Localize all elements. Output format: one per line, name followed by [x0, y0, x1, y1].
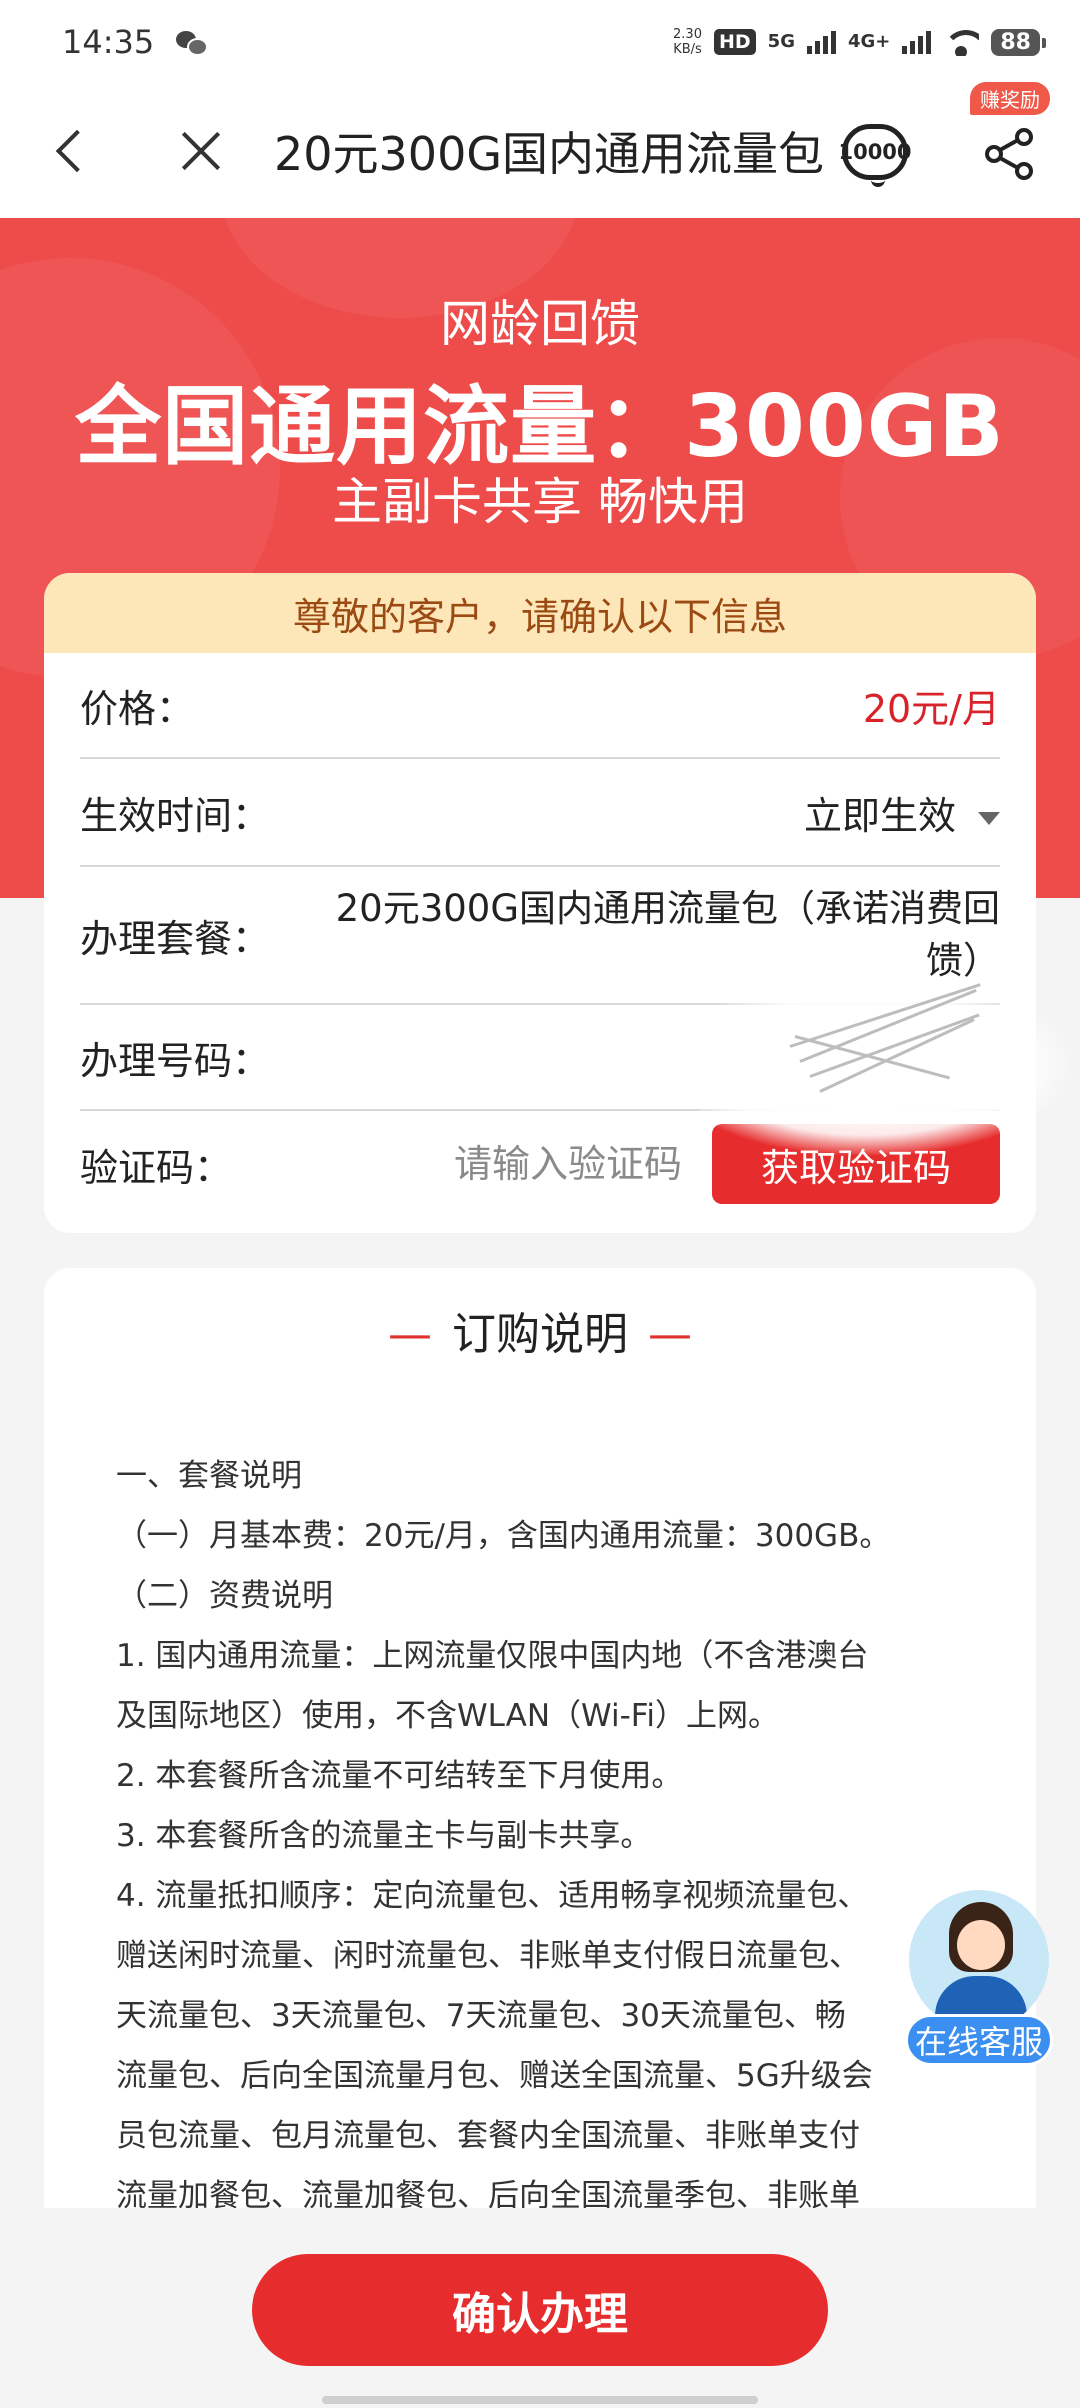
description-line: 赠送闲时流量、闲时流量包、非账单支付假日流量包、	[116, 1938, 860, 1974]
battery-icon: 88	[991, 28, 1046, 56]
wifi-icon	[943, 28, 980, 56]
hd-icon: HD	[713, 29, 756, 55]
network-speed-unit: KB/s	[673, 42, 702, 57]
banner-subtitle: 网龄回馈	[440, 295, 640, 353]
dropdown-caret-icon	[978, 811, 1000, 825]
signal-icon	[806, 30, 836, 54]
description-body: 一、套餐说明 （一）月基本费：20元/月，含国内通用流量：300GB。 （二）资…	[116, 1446, 996, 2208]
description-line: 流量加餐包、流量加餐包、后向全国流量季包、非账单	[116, 2178, 860, 2208]
wechat-icon	[176, 29, 209, 56]
status-time: 14:35	[62, 23, 155, 61]
description-line: 4. 流量抵扣顺序：定向流量包、适用畅享视频流量包、	[116, 1878, 869, 1914]
price-value: 20元/月	[862, 686, 1000, 731]
package-label: 办理套餐：	[80, 916, 271, 961]
customer-service-10000-icon[interactable]: 10000	[838, 124, 912, 187]
page-title: 20元300G国内通用流量包	[274, 127, 824, 181]
description-line: 流量包、后向全国流量月包、赠送全国流量、5G升级会	[116, 2058, 873, 2094]
description-line: 及国际地区）使用，不含WLAN（Wi-Fi）上网。	[116, 1698, 779, 1734]
description-line: （二）资费说明	[116, 1578, 333, 1614]
network-speed: 2.30 KB/s	[673, 27, 702, 57]
description-line: 1. 国内通用流量：上网流量仅限中国内地（不含港澳台	[116, 1638, 869, 1674]
home-indicator[interactable]	[322, 2396, 758, 2404]
description-title: 订购说明	[452, 1309, 628, 1360]
effective-time-value: 立即生效	[803, 793, 956, 838]
network-4g-label: 4G+	[847, 31, 891, 52]
reward-badge[interactable]: 赚奖励	[970, 82, 1050, 115]
status-icons: 2.30 KB/s HD 5G 4G+ 88	[673, 27, 1046, 57]
online-service-float[interactable]: 在线客服	[905, 1890, 1053, 2066]
description-line: （一）月基本费：20元/月，含国内通用流量：300GB。	[116, 1518, 891, 1554]
verify-code-label: 验证码：	[80, 1145, 233, 1190]
online-service-label[interactable]: 在线客服	[905, 2014, 1053, 2066]
banner-tagline: 主副卡共享 畅快用	[332, 473, 748, 531]
effective-time-select[interactable]: 立即生效	[804, 785, 1000, 840]
back-icon[interactable]	[50, 126, 100, 176]
description-line: 员包流量、包月流量包、套餐内全国流量、非账单支付	[116, 2118, 860, 2154]
nav-bar: 20元300G国内通用流量包 10000 赚奖励	[0, 82, 1080, 218]
network-5g-label: 5G	[767, 31, 795, 52]
share-icon[interactable]	[982, 126, 1038, 182]
status-bar: 14:35 2.30 KB/s HD 5G 4G+ 88	[0, 0, 1080, 84]
price-label: 价格：	[80, 686, 195, 731]
title-dash-left: —	[388, 1309, 432, 1360]
close-icon[interactable]	[178, 128, 224, 174]
redaction-scribble	[700, 975, 1070, 1155]
network-speed-value: 2.30	[673, 27, 702, 42]
phone-number-label: 办理号码：	[80, 1038, 271, 1083]
title-dash-right: —	[648, 1309, 692, 1360]
description-line: 一、套餐说明	[116, 1458, 302, 1494]
form-header: 尊敬的客户，请确认以下信息	[44, 573, 1036, 653]
signal-icon-2	[902, 30, 932, 54]
description-title-wrap: — 订购说明 —	[44, 1298, 1036, 1362]
price-row: 价格： 20元/月	[80, 653, 1000, 759]
description-line: 天流量包、3天流量包、7天流量包、30天流量包、畅	[116, 1998, 846, 2034]
service-agent-avatar	[909, 1890, 1049, 2030]
bottom-bar: 确认办理	[0, 2208, 1080, 2408]
description-line: 3. 本套餐所含的流量主卡与副卡共享。	[116, 1818, 652, 1854]
verify-code-input[interactable]	[382, 1142, 682, 1186]
confirm-button[interactable]: 确认办理	[252, 2254, 828, 2366]
effective-time-label: 生效时间：	[80, 793, 271, 838]
description-line: 2. 本套餐所含流量不可结转至下月使用。	[116, 1758, 683, 1794]
order-description-card: — 订购说明 — 一、套餐说明 （一）月基本费：20元/月，含国内通用流量：300G…	[44, 1268, 1036, 2208]
effective-time-row[interactable]: 生效时间： 立即生效	[80, 759, 1000, 867]
package-value: 20元300G国内通用流量包（承诺消费回馈）	[335, 887, 1000, 982]
app-root: 14:35 2.30 KB/s HD 5G 4G+ 88 20元300G国内通用…	[0, 0, 1080, 2408]
